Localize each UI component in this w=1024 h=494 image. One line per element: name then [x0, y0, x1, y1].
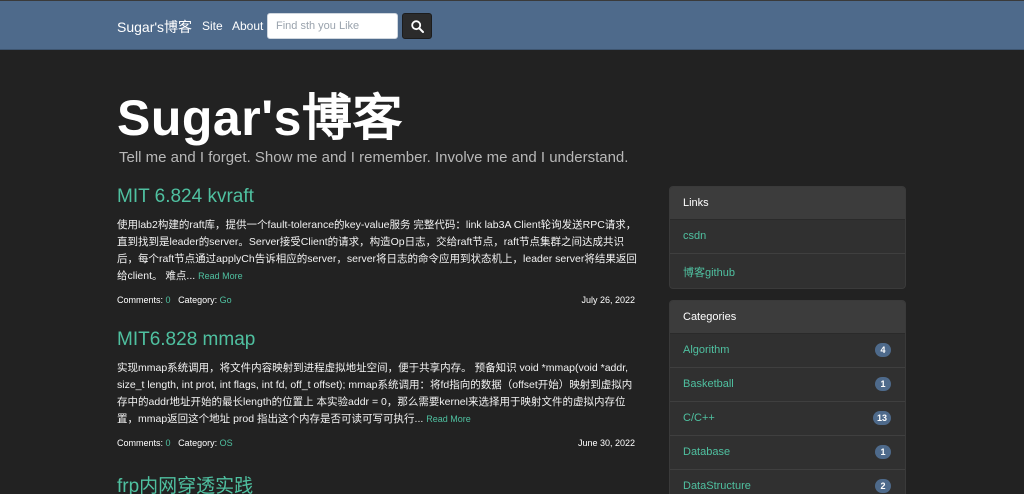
category-name: Algorithm — [683, 344, 730, 356]
sidebar-link-github[interactable]: 博客github — [670, 254, 905, 288]
category-name: Basketball — [683, 378, 734, 390]
category-label: Category: — [178, 295, 218, 305]
post-preview: MIT6.828 mmap 实现mmap系统调用，将文件内容映射到进程虚拟地址空… — [117, 329, 637, 450]
post-excerpt-text: 使用lab2构建的raft库，提供一个fault-tolerance的key-v… — [117, 219, 637, 282]
category-name: Database — [683, 446, 731, 458]
comments-label: Comments: — [117, 438, 164, 448]
post-meta: Comments: 0 Category: Go July 26, 2022 — [117, 295, 637, 307]
category-item-basketball[interactable]: Basketball 1 — [670, 368, 905, 402]
search-icon — [411, 20, 424, 33]
hero-subtitle: Tell me and I forget. Show me and I reme… — [119, 149, 629, 166]
read-more-link[interactable]: Read More — [426, 414, 471, 424]
category-label: Category: — [178, 438, 218, 448]
post-preview: MIT 6.824 kvraft 使用lab2构建的raft库，提供一个faul… — [117, 186, 637, 307]
search-input[interactable] — [267, 13, 398, 39]
post-meta: Comments: 0 Category: OS June 30, 2022 — [117, 438, 637, 450]
post-date: June 30, 2022 — [577, 438, 635, 448]
navbar: Sugar's博客 Site About — [0, 1, 1024, 50]
read-more-link[interactable]: Read More — [198, 271, 243, 281]
nav-site-link[interactable]: Site — [202, 19, 223, 33]
comments-count-link[interactable]: 0 — [166, 295, 171, 305]
categories-panel: Categories Algorithm 4 Basketball 1 C/C+… — [669, 300, 906, 494]
category-link[interactable]: OS — [220, 438, 233, 448]
post-excerpt-text: 实现mmap系统调用，将文件内容映射到进程虚拟地址空间，便于共享内存。 预备知识… — [117, 362, 633, 425]
category-item-database[interactable]: Database 1 — [670, 436, 905, 470]
category-name: C/C++ — [683, 412, 715, 424]
category-count-badge: 2 — [875, 479, 891, 493]
brand-link[interactable]: Sugar's博客 — [117, 17, 192, 37]
category-link[interactable]: Go — [220, 295, 232, 305]
category-count-badge: 1 — [875, 445, 891, 459]
nav-about-link[interactable]: About — [232, 19, 263, 33]
post-preview: frp内网穿透实践 — [117, 471, 637, 494]
category-item-cpp[interactable]: C/C++ 13 — [670, 402, 905, 436]
category-item-datastructure[interactable]: DataStructure 2 — [670, 470, 905, 494]
post-title-link[interactable]: MIT6.828 mmap — [117, 329, 637, 351]
post-excerpt: 使用lab2构建的raft库，提供一个fault-tolerance的key-v… — [117, 217, 637, 285]
post-date: July 26, 2022 — [581, 295, 635, 305]
search-button[interactable] — [402, 13, 432, 39]
category-name: DataStructure — [683, 480, 751, 492]
hero-title: Sugar's博客 — [117, 90, 403, 146]
sidebar-link-csdn[interactable]: csdn — [670, 220, 905, 254]
post-title-link[interactable]: frp内网穿透实践 — [117, 471, 637, 494]
post-title-link[interactable]: MIT 6.824 kvraft — [117, 186, 637, 208]
category-count-badge: 1 — [875, 377, 891, 391]
categories-panel-heading: Categories — [670, 301, 905, 334]
links-panel-heading: Links — [670, 187, 905, 220]
category-count-badge: 4 — [875, 343, 891, 357]
comments-label: Comments: — [117, 295, 164, 305]
category-count-badge: 13 — [872, 411, 891, 425]
comments-count-link[interactable]: 0 — [166, 438, 171, 448]
post-excerpt: 实现mmap系统调用，将文件内容映射到进程虚拟地址空间，便于共享内存。 预备知识… — [117, 360, 637, 428]
links-panel: Links csdn 博客github — [669, 186, 906, 289]
category-item-algorithm[interactable]: Algorithm 4 — [670, 334, 905, 368]
